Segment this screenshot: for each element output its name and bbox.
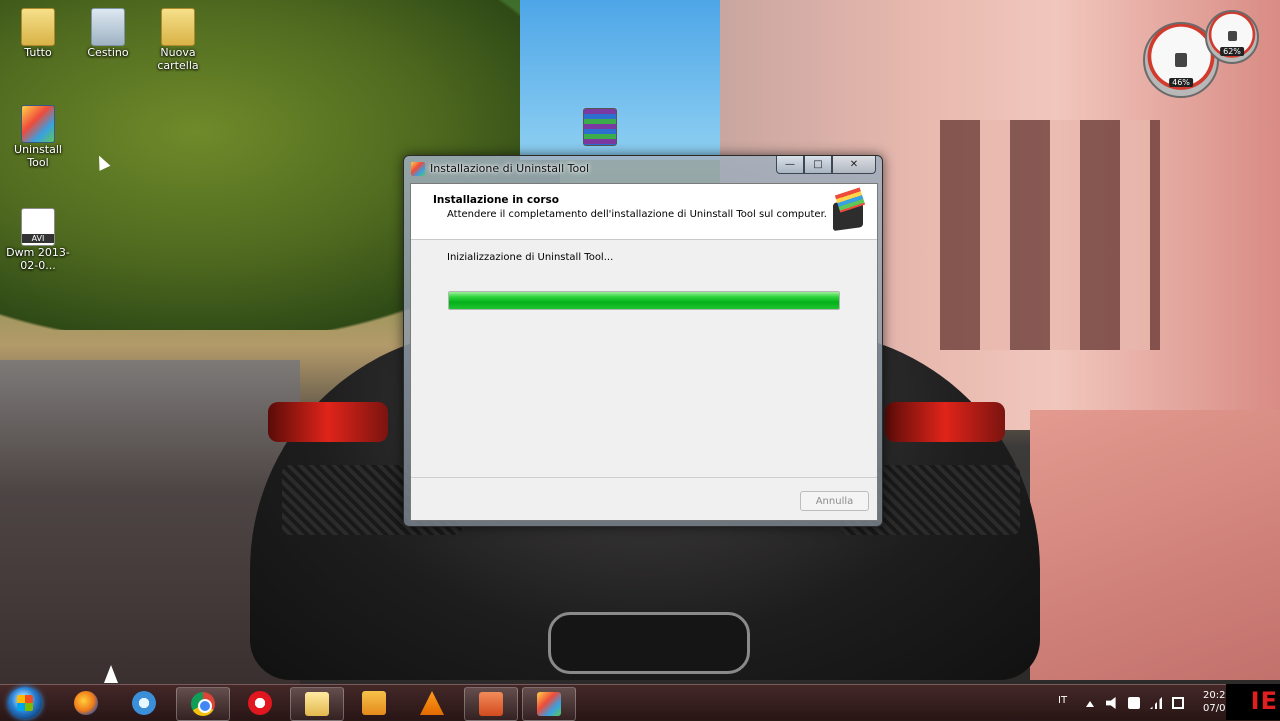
desktop-icon-cestino[interactable]: Cestino — [72, 8, 144, 59]
uninstall-tool-icon — [537, 692, 561, 716]
uninstall-tool-icon — [411, 162, 425, 176]
desktop-icon-tutto[interactable]: Tutto — [2, 8, 74, 59]
mouse-cursor-icon — [104, 665, 118, 683]
install-progress-bar — [448, 291, 840, 310]
overlay-logo-text: IE — [1250, 687, 1278, 715]
taskbar-chrome[interactable] — [176, 687, 230, 721]
taskbar-internet-explorer[interactable] — [118, 687, 170, 719]
device-icon[interactable] — [1128, 697, 1140, 709]
volume-icon[interactable] — [1106, 697, 1116, 709]
wallpaper-sidewalk — [1030, 410, 1280, 680]
wallpaper-building-windows — [940, 120, 1160, 350]
desktop-icon-uninstall-tool[interactable]: Uninstall Tool — [2, 105, 74, 169]
dialog-client-area: Installazione in corso Attendere il comp… — [410, 183, 878, 521]
taskbar-explorer[interactable] — [290, 687, 344, 721]
gadget-needle — [1175, 53, 1187, 67]
clock[interactable]: 20:2 07/0 — [1203, 689, 1225, 715]
clock-date: 07/0 — [1203, 703, 1226, 714]
header-title: Installazione in corso — [433, 194, 560, 206]
show-hidden-icons-chevron-icon[interactable] — [1086, 701, 1094, 707]
close-button[interactable]: ✕ — [832, 156, 876, 174]
desktop-icon-dwm-video[interactable]: Dwm 2013-02-0... — [2, 208, 74, 272]
taskbar-firefox[interactable] — [60, 687, 112, 719]
desktop-icon-label: Uninstall Tool — [14, 143, 62, 169]
input-language[interactable]: IT — [1058, 695, 1067, 706]
opera-icon — [248, 691, 272, 715]
clock-time: 20:2 — [1203, 690, 1226, 701]
dialog-title: Installazione di Uninstall Tool — [430, 162, 589, 175]
wallpaper-taillight-right — [885, 402, 1005, 442]
recycle-bin-icon — [91, 8, 125, 46]
avi-file-icon — [21, 208, 55, 246]
installer-box-icon — [829, 187, 869, 232]
memory-percent: 62% — [1220, 47, 1244, 56]
taskbar: IT 20:2 07/0 — [0, 684, 1280, 721]
footer-divider — [411, 477, 877, 478]
windows-logo-icon — [17, 695, 33, 711]
installer-dialog: Installazione di Uninstall Tool — □ ✕ In… — [403, 155, 883, 527]
desktop-icon-label: Nuova cartella — [157, 46, 199, 72]
taskbar-uninstall-tool[interactable] — [522, 687, 576, 721]
status-text: Inizializzazione di Uninstall Tool... — [447, 252, 614, 263]
uninstall-tool-icon — [21, 105, 55, 143]
taskbar-opera[interactable] — [234, 687, 286, 719]
desktop-icon-nuova-cartella[interactable]: Nuova cartella — [142, 8, 214, 72]
desktop-icon-label: Cestino — [87, 46, 129, 59]
memory-meter-gadget[interactable]: 62% — [1205, 10, 1259, 64]
media-player-icon — [362, 691, 386, 715]
internet-explorer-icon — [132, 691, 156, 715]
vlc-icon — [420, 691, 444, 715]
firefox-icon — [74, 691, 98, 715]
desktop-icon-rar-archive[interactable] — [564, 108, 636, 146]
rar-archive-icon — [583, 108, 617, 146]
dialog-titlebar[interactable]: Installazione di Uninstall Tool — □ ✕ — [404, 156, 882, 182]
explorer-icon — [305, 692, 329, 716]
video-overlay-logo: IE — [1226, 684, 1280, 720]
cancel-button[interactable]: Annulla — [800, 491, 869, 511]
taskbar-powerpoint[interactable] — [464, 687, 518, 721]
network-icon[interactable] — [1150, 697, 1162, 709]
desktop-icon-label: Tutto — [24, 46, 52, 59]
progress-fill — [449, 292, 839, 309]
wallpaper-exhaust — [548, 612, 750, 674]
start-button[interactable] — [8, 687, 42, 719]
folder-icon — [21, 8, 55, 46]
header-subtitle: Attendere il completamento dell'installa… — [447, 209, 827, 220]
maximize-button[interactable]: □ — [804, 156, 832, 174]
dialog-header: Installazione in corso Attendere il comp… — [411, 184, 877, 240]
taskbar-media-player[interactable] — [348, 687, 400, 719]
gadget-needle — [1228, 31, 1237, 41]
taskbar-vlc[interactable] — [406, 687, 458, 719]
folder-icon — [161, 8, 195, 46]
chrome-icon — [191, 692, 215, 716]
action-center-flag-icon[interactable] — [1172, 697, 1184, 709]
desktop-icon-label: Dwm 2013-02-0... — [6, 246, 70, 272]
wallpaper-taillight-left — [268, 402, 388, 442]
powerpoint-icon — [479, 692, 503, 716]
minimize-button[interactable]: — — [776, 156, 804, 174]
cpu-percent: 46% — [1169, 78, 1193, 87]
window-controls: — □ ✕ — [776, 156, 876, 174]
